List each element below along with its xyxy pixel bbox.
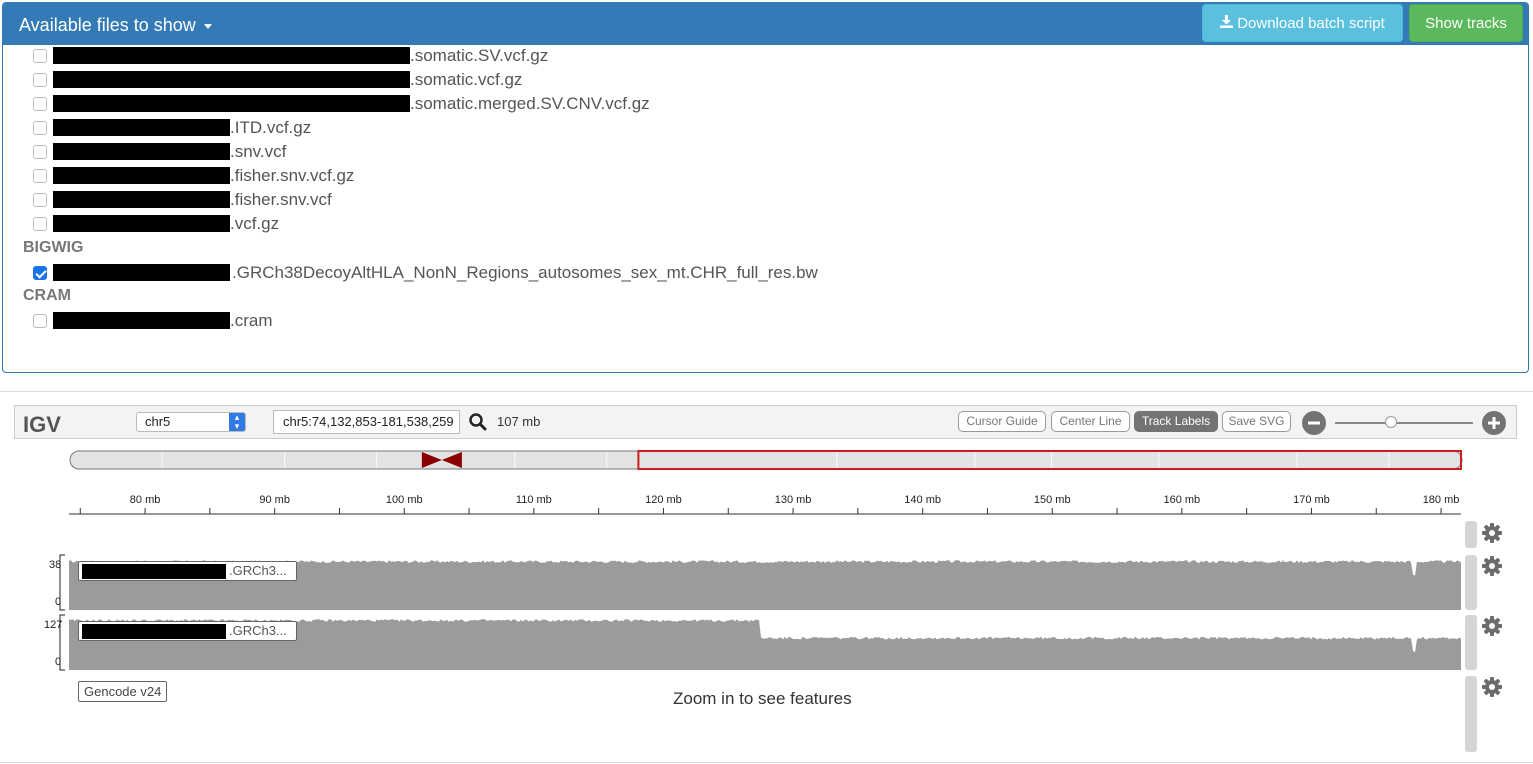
chromosome-ideogram[interactable] [69,449,1463,471]
file-checkbox[interactable] [33,314,47,328]
redacted-filename-block [53,71,410,88]
file-name: .fisher.snv.vcf [230,190,332,209]
ruler-tick-label: 80 mb [130,494,161,506]
zoom-out-icon[interactable] [1302,411,1326,435]
bottom-divider [0,762,1533,763]
igv-navbar: IGV chr5 ▴ ▾ chr5:74,132,853-181,538,259 … [14,405,1517,439]
track-axis-max: 38 [49,559,62,571]
ruler-tick-label: 160 mb [1163,494,1200,506]
file-checkbox[interactable] [33,169,47,183]
ruler-tick-label: 150 mb [1034,494,1071,506]
redacted-filename-block [53,167,230,184]
chromosome-select[interactable]: chr5 ▴ ▾ [136,412,246,432]
show-tracks-button[interactable]: Show tracks [1409,4,1523,42]
file-checkbox[interactable] [33,145,47,159]
track-drag-handle[interactable] [1465,615,1477,670]
chromosome-select-value: chr5 [145,414,171,429]
window-size: 107 mb [497,414,541,429]
track-axis-max: 127 [44,619,63,631]
cursor-guide-button[interactable]: Cursor Guide [958,411,1046,432]
section-divider [0,391,1533,392]
ruler-tick-label: 130 mb [775,494,812,506]
ruler-tick-label: 140 mb [904,494,941,506]
file-name: .GRCh38DecoyAltHLA_NonN_Regions_autosome… [232,263,818,282]
file-checkbox[interactable] [33,217,47,231]
redacted-track-name [82,624,226,639]
file-checkbox-checked[interactable] [33,266,47,280]
zoom-in-message: Zoom in to see features [673,689,852,708]
select-arrows-icon: ▴ ▾ [229,413,245,431]
zoom-slider-handle[interactable] [1385,416,1397,428]
section-heading-cram: CRAM [23,287,71,304]
download-icon [1220,5,1234,43]
track-drag-handle[interactable] [1465,676,1477,752]
files-dropdown-toggle[interactable]: Available files to show [19,15,212,36]
file-name: .somatic.vcf.gz [410,70,523,89]
download-batch-script-button[interactable]: Download batch script [1202,4,1403,42]
zoom-in-icon[interactable] [1482,411,1506,435]
redacted-filename-block [53,264,230,281]
ruler-tick-label: 170 mb [1293,494,1330,506]
file-name: .ITD.vcf.gz [230,118,312,137]
track-name-text: .GRCh3... [229,563,287,578]
redacted-filename-block [53,47,410,64]
gencode-track-label: Gencode v24 [78,681,168,702]
redacted-filename-block [53,143,230,160]
file-name: .vcf.gz [230,214,280,233]
show-tracks-label: Show tracks [1425,15,1507,32]
gear-icon[interactable] [1481,555,1503,577]
files-panel-title: Available files to show [19,15,196,35]
track-labels-button[interactable]: Track Labels [1134,411,1218,432]
file-checkbox[interactable] [33,97,47,111]
file-name: .snv.vcf [230,142,287,161]
file-name: .somatic.SV.vcf.gz [410,46,549,65]
search-icon[interactable] [468,412,488,432]
download-batch-script-label: Download batch script [1237,15,1385,32]
ruler-tick-label: 100 mb [386,494,423,506]
track-axis-min: 0 [55,656,62,668]
caret-down-icon [203,23,212,29]
file-checkbox[interactable] [33,193,47,207]
files-panel-header: Available files to show Download batch s… [3,3,1528,45]
locus-search-input[interactable]: chr5:74,132,853-181,538,259 [273,410,460,434]
track-axis-min: 0 [55,596,62,608]
track-name-text: .GRCh3... [229,623,287,638]
locus-input-value: chr5:74,132,853-181,538,259 [283,414,454,429]
track-name-label: .GRCh3... [78,621,297,641]
file-checkbox[interactable] [33,49,47,63]
track-drag-handle[interactable] [1465,521,1477,548]
file-name: .somatic.merged.SV.CNV.vcf.gz [410,94,650,113]
ruler-tick-label: 90 mb [259,494,290,506]
redacted-filename-block [53,312,230,329]
redacted-filename-block [53,215,230,232]
redacted-track-name [82,564,226,579]
save-svg-button[interactable]: Save SVG [1222,411,1291,432]
ruler-track: 80 mb 90 mb 100 mb 110 mb 120 mb 130 mb 140 mb… [69,494,1461,515]
ruler-tick-label: 110 mb [516,494,552,506]
gear-icon[interactable] [1481,676,1503,698]
center-line-button[interactable]: Center Line [1051,411,1130,432]
ruler-tick-label: 180 mb [1423,494,1460,506]
igv-logo: IGV [23,412,61,437]
file-name: .cram [230,311,273,330]
redacted-filename-block [53,119,230,136]
file-checkbox[interactable] [33,121,47,135]
file-checkbox[interactable] [33,73,47,87]
file-name: .fisher.snv.vcf.gz [230,166,355,185]
track-name-label: .GRCh3... [78,561,297,581]
gear-icon[interactable] [1481,522,1503,544]
zoom-slider-track[interactable] [1335,422,1473,424]
ruler-tick-label: 120 mb [645,494,682,506]
gear-icon[interactable] [1481,615,1503,637]
redacted-filename-block [53,95,410,112]
section-heading-bigwig: BIGWIG [23,239,84,256]
redacted-filename-block [53,191,230,208]
track-drag-handle[interactable] [1465,555,1477,610]
